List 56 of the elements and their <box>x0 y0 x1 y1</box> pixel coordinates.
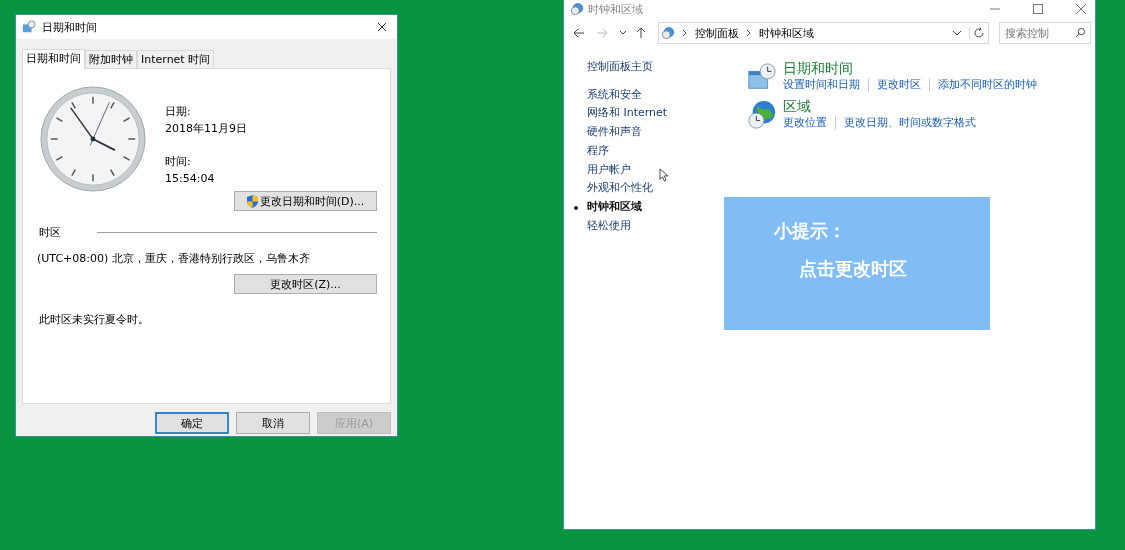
address-bar[interactable]: 控制面板 时钟和区域 <box>658 22 989 44</box>
chevron-right-icon <box>682 29 688 37</box>
tab[interactable]: Internet 时间 <box>137 50 215 68</box>
category-title-link[interactable]: 区域 <box>783 96 984 116</box>
breadcrumb-item[interactable]: 时钟和区域 <box>759 25 814 41</box>
date-label: 日期: <box>165 104 191 120</box>
window-title: 日期和时间 <box>42 19 98 35</box>
search-field[interactable]: 搜索控制 <box>999 22 1091 44</box>
calendar-clock-icon <box>747 62 777 92</box>
sidebar-link[interactable]: 控制面板主页 <box>587 58 745 77</box>
close-icon[interactable] <box>377 22 387 32</box>
timezone-heading: 时区 <box>39 225 62 240</box>
globe-clock-icon <box>570 2 584 16</box>
globe-clock-icon <box>661 26 675 40</box>
dialog-button[interactable]: 取消 <box>236 412 310 434</box>
breadcrumb-item[interactable]: 控制面板 <box>695 25 739 41</box>
sidebar-link[interactable]: 外观和个性化 <box>587 179 653 198</box>
change-timezone-button[interactable]: 更改时区(Z)... <box>234 274 377 294</box>
time-label: 时间: <box>165 154 191 170</box>
search-icon <box>1075 27 1086 38</box>
change-datetime-button[interactable]: 更改日期和时间(D)... <box>234 191 377 211</box>
shield-icon <box>246 194 258 208</box>
sidebar-link[interactable]: 用户帐户 <box>587 160 631 180</box>
sidebar-link[interactable]: 硬件和声音 <box>587 123 642 142</box>
sidebar-link[interactable]: 轻松使用 <box>587 216 631 236</box>
up-arrow-icon[interactable] <box>635 27 647 39</box>
task-link[interactable]: 更改时区 <box>868 78 929 92</box>
category-title-link[interactable]: 日期和时间 <box>783 58 1045 78</box>
mouse-cursor-icon <box>659 168 668 182</box>
sidebar-link[interactable]: 系统和安全 <box>587 85 642 105</box>
chevron-down-icon[interactable] <box>952 29 962 37</box>
chevron-right-icon <box>746 29 752 37</box>
sidebar-link[interactable]: 程序 <box>587 141 609 161</box>
sidebar-link[interactable]: 网络和 Internet <box>587 104 668 124</box>
tip-text: 点击更改时区 <box>799 257 907 281</box>
window-title: 时钟和区域 <box>588 1 644 17</box>
time-value: 15:54:04 <box>165 171 215 187</box>
tab[interactable]: 附加时钟 <box>85 50 137 68</box>
date-value: 2018年11月9日 <box>165 121 247 137</box>
clock-window-icon <box>22 20 36 34</box>
task-link[interactable]: 更改日期、时间或数字格式 <box>835 116 984 130</box>
back-arrow-icon[interactable] <box>573 27 585 39</box>
tab[interactable]: 日期和时间 <box>22 49 85 69</box>
bullet-icon <box>574 205 578 210</box>
task-link[interactable]: 添加不同时区的时钟 <box>929 78 1045 92</box>
tip-title: 小提示： <box>774 219 846 243</box>
dst-note: 此时区未实行夏令时。 <box>39 312 150 327</box>
task-link[interactable]: 更改位置 <box>783 116 835 130</box>
sidebar-link[interactable]: 时钟和区域 <box>587 197 642 217</box>
globe-clock-icon <box>747 100 777 130</box>
timezone-text: (UTC+08:00) 北京，重庆，香港特别行政区，乌鲁木齐 <box>37 251 311 266</box>
dialog-button[interactable]: 确定 <box>155 412 229 434</box>
chevron-down-icon[interactable] <box>619 29 627 37</box>
clock-icon <box>39 85 147 193</box>
task-link[interactable]: 设置时间和日期 <box>783 78 868 92</box>
maximize-icon[interactable] <box>1033 4 1043 14</box>
